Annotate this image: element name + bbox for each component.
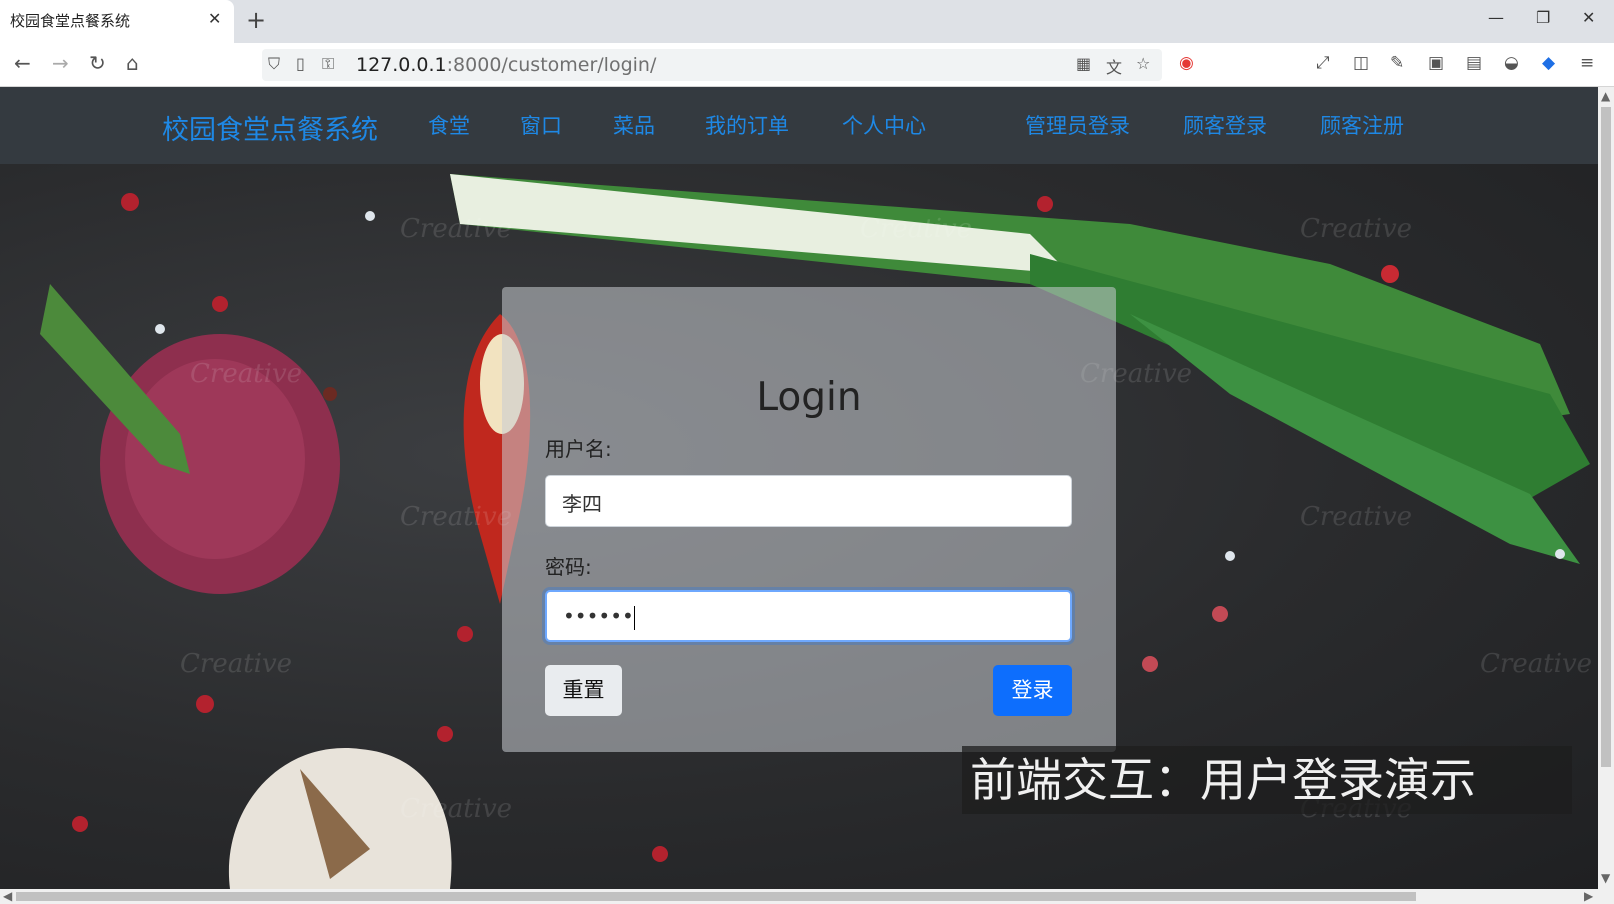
nav-link-dishes[interactable]: 菜品 [613, 110, 655, 140]
back-button[interactable]: ← [14, 51, 31, 75]
key-icon[interactable]: ⚿ [322, 54, 334, 74]
scroll-left-icon[interactable]: ◀ [3, 889, 12, 903]
web-page: Creative Creative Creative Creative Crea… [0, 87, 1598, 889]
diamond-icon[interactable]: ◆ [1542, 53, 1555, 73]
extension-icon[interactable]: ▣ [1428, 53, 1444, 73]
browser-window: 校园食堂点餐系统 ✕ + — ❐ ✕ ← → ↻ ⌂ ⛉ ▯ ⚿ 127.0.0… [0, 0, 1614, 904]
watermark-text: Creative [400, 794, 513, 824]
minimize-button[interactable]: — [1488, 8, 1504, 27]
qr-code-icon[interactable]: ▦ [1076, 54, 1091, 73]
watermark-text: Creative [1300, 214, 1413, 244]
text-cursor [633, 605, 635, 630]
nav-link-admin-login[interactable]: 管理员登录 [1025, 110, 1130, 140]
page-info-icon[interactable]: ▯ [296, 54, 305, 73]
watermark-text: Creative [860, 214, 973, 244]
nav-link-window[interactable]: 窗口 [520, 110, 562, 140]
login-card: Login 用户名: 李四 密码: •••••• 重置 登录 [502, 287, 1116, 752]
password-value: •••••• [563, 604, 634, 628]
reload-button[interactable]: ↻ [89, 51, 106, 75]
login-title: Login [756, 375, 862, 420]
forward-button[interactable]: → [52, 51, 69, 75]
record-icon[interactable]: ◉ [1179, 53, 1194, 73]
nav-link-profile[interactable]: 个人中心 [842, 110, 926, 140]
browser-tab[interactable]: 校园食堂点餐系统 ✕ [0, 0, 234, 43]
scroll-down-icon[interactable]: ▼ [1601, 871, 1610, 885]
horizontal-scrollbar[interactable]: ◀ ▶ [0, 889, 1614, 904]
scroll-up-icon[interactable]: ▲ [1601, 89, 1610, 103]
video-caption: 前端交互：用户登录演示 [962, 746, 1572, 814]
home-button[interactable]: ⌂ [126, 51, 139, 75]
close-window-button[interactable]: ✕ [1582, 8, 1595, 27]
reader-mode-icon[interactable]: ◫ [1353, 53, 1369, 73]
vertical-scrollbar[interactable]: ▲ ▼ [1598, 87, 1614, 889]
tab-strip: 校园食堂点餐系统 ✕ + — ❐ ✕ [0, 0, 1614, 43]
tab-close-icon[interactable]: ✕ [208, 9, 221, 28]
nav-link-customer-login[interactable]: 顾客登录 [1183, 110, 1267, 140]
profile-icon[interactable]: ◒ [1504, 53, 1519, 73]
site-brand[interactable]: 校园食堂点餐系统 [162, 108, 378, 147]
nav-link-customer-register[interactable]: 顾客注册 [1320, 110, 1404, 140]
restore-button[interactable]: ❐ [1536, 8, 1550, 27]
document-icon[interactable]: ▤ [1466, 53, 1482, 73]
watermark-text: Creative [400, 214, 513, 244]
username-label: 用户名: [545, 437, 612, 461]
star-icon[interactable]: ☆ [1136, 54, 1150, 73]
horizontal-scroll-thumb[interactable] [16, 892, 1416, 901]
translate-icon[interactable]: 文 [1106, 54, 1122, 78]
nav-link-canteen[interactable]: 食堂 [428, 110, 470, 140]
browser-toolbar: ← → ↻ ⌂ ⛉ ▯ ⚿ 127.0.0.1:8000/customer/lo… [0, 43, 1614, 87]
watermark-text: Creative [180, 649, 293, 679]
watermark-text: Creative [1300, 502, 1413, 532]
address-bar[interactable]: ⛉ ▯ ⚿ 127.0.0.1:8000/customer/login/ ▦ 文… [262, 49, 1162, 81]
reset-button[interactable]: 重置 [545, 665, 622, 716]
username-value: 李四 [562, 492, 602, 516]
nav-link-my-orders[interactable]: 我的订单 [705, 110, 789, 140]
fullscreen-icon[interactable]: ⤢ [1316, 53, 1330, 73]
wrench-icon[interactable]: ✎ [1390, 53, 1404, 73]
password-label: 密码: [545, 555, 592, 579]
scroll-right-icon[interactable]: ▶ [1584, 889, 1593, 903]
login-button[interactable]: 登录 [993, 665, 1072, 716]
site-navbar: 校园食堂点餐系统 食堂 窗口 菜品 我的订单 个人中心 管理员登录 顾客登录 顾… [0, 87, 1598, 164]
password-input[interactable]: •••••• [545, 590, 1072, 642]
watermark-text: Creative [190, 359, 303, 389]
watermark-text: Creative [400, 502, 513, 532]
new-tab-button[interactable]: + [246, 6, 266, 34]
vertical-scroll-thumb[interactable] [1601, 107, 1611, 767]
watermark-text: Creative [1480, 649, 1593, 679]
tab-title: 校园食堂点餐系统 [10, 12, 131, 30]
menu-icon[interactable]: ≡ [1580, 53, 1594, 73]
username-input[interactable]: 李四 [545, 475, 1072, 527]
url-text[interactable]: 127.0.0.1:8000/customer/login/ [356, 54, 656, 76]
shield-icon[interactable]: ⛉ [268, 54, 280, 74]
